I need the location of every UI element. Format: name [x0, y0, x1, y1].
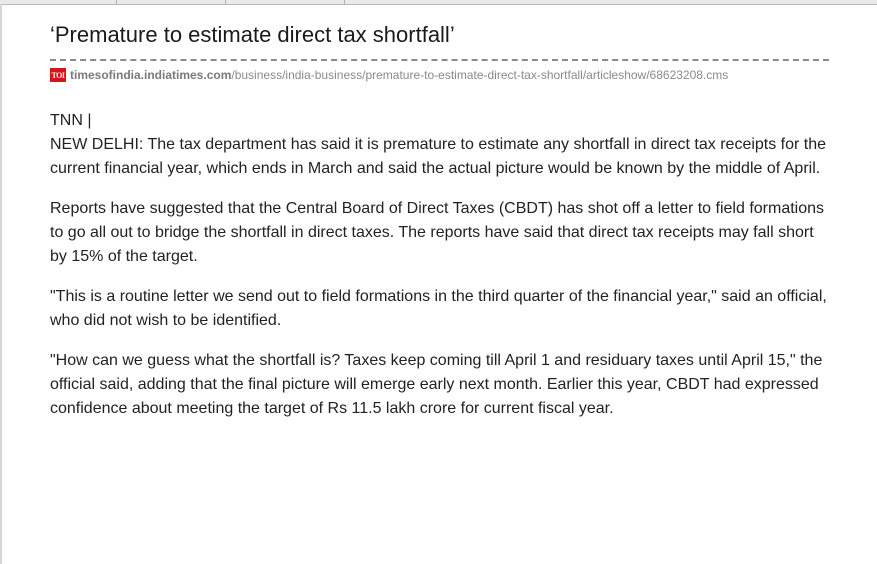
paragraph: NEW DELHI: The tax department has said i…	[50, 136, 827, 177]
article-title: ‘Premature to estimate direct tax shortf…	[50, 20, 829, 61]
tab-strip	[0, 0, 877, 5]
source-link[interactable]: TOI timesofindia.indiatimes.com /busines…	[50, 67, 829, 83]
tab-divider	[344, 0, 345, 4]
paragraph: "This is a routine letter we send out to…	[50, 288, 827, 329]
tab-divider	[225, 0, 226, 4]
article: ‘Premature to estimate direct tax shortf…	[50, 20, 829, 437]
paragraph: "How can we guess what the shortfall is?…	[50, 352, 823, 417]
toi-logo-icon: TOI	[50, 68, 66, 82]
window-left-edge	[0, 4, 2, 564]
paragraph: Reports have suggested that the Central …	[50, 200, 825, 265]
tab-divider	[116, 0, 117, 4]
source-path[interactable]: /business/india-business/premature-to-es…	[231, 68, 728, 82]
article-body: TNN | NEW DELHI: The tax department has …	[50, 109, 829, 421]
source-domain[interactable]: timesofindia.indiatimes.com	[70, 68, 231, 82]
byline: TNN |	[50, 112, 92, 129]
